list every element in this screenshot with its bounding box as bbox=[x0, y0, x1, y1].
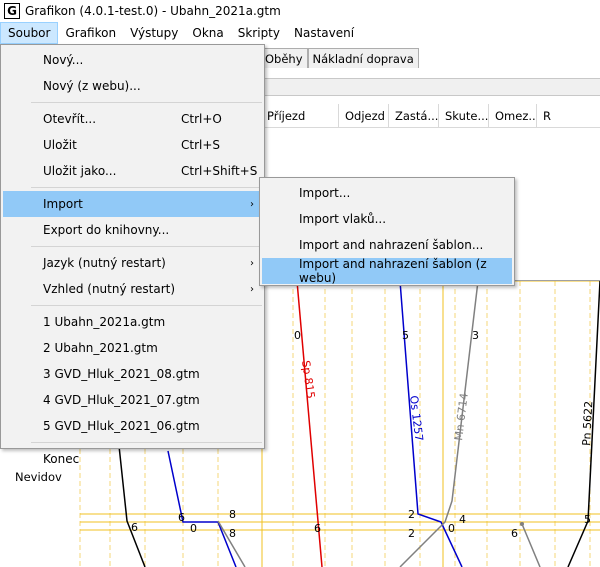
menu-item-recent-file[interactable]: 4 GVD_Hluk_2021_07.gtm bbox=[3, 387, 262, 413]
menu-separator bbox=[31, 305, 262, 306]
tab-obehy[interactable]: Oběhy bbox=[260, 48, 308, 68]
time-number: 8 bbox=[229, 527, 236, 540]
menu-item-ulozit[interactable]: Uložit Ctrl+S bbox=[3, 132, 262, 158]
toolbar-strip bbox=[260, 78, 600, 96]
menu-item-label: 4 GVD_Hluk_2021_07.gtm bbox=[43, 393, 200, 407]
menu-item-label: Uložit bbox=[43, 138, 77, 152]
time-number: 0 bbox=[190, 522, 197, 535]
menu-item-ulozit-jako[interactable]: Uložit jako... Ctrl+Shift+S bbox=[3, 158, 262, 184]
menu-item-export-do-knihovny[interactable]: Export do knihovny... bbox=[3, 217, 262, 243]
time-number: 5 bbox=[584, 513, 591, 526]
tab-nakladni-doprava[interactable]: Nákladní doprava bbox=[307, 48, 419, 68]
tab-strip: Oběhy Nákladní doprava bbox=[260, 48, 419, 68]
column-header-r[interactable]: R bbox=[536, 104, 600, 128]
window-title: Grafikon (4.0.1-test.0) - Ubahn_2021a.gt… bbox=[25, 4, 281, 18]
menu-item-label: Nový... bbox=[43, 53, 84, 67]
file-menu: Nový... Nový (z webu)... Otevřít... Ctrl+… bbox=[0, 44, 265, 466]
import-submenu: Import... Import vlaků... Import and nah… bbox=[259, 177, 515, 286]
menu-item-import-nahrazeni-sablon-z-webu[interactable]: Import and nahrazení šablon (z webu) bbox=[262, 257, 512, 285]
menu-item-label: Import vlaků... bbox=[299, 212, 387, 226]
menu-item-label: Import bbox=[43, 197, 83, 211]
menu-item-novy[interactable]: Nový... bbox=[3, 47, 262, 73]
train-label-mn-6714: Mn 6714 bbox=[452, 392, 471, 441]
train-label-pn-5622: Pn 5622 bbox=[580, 401, 595, 447]
title-bar: G Grafikon (4.0.1-test.0) - Ubahn_2021a.… bbox=[0, 0, 600, 22]
menu-vystupy[interactable]: Výstupy bbox=[123, 22, 185, 44]
train-stop-marker bbox=[520, 522, 524, 526]
menu-item-konec[interactable]: Konec bbox=[3, 446, 262, 472]
menu-grafikon[interactable]: Grafikon bbox=[58, 22, 123, 44]
time-number: 0 bbox=[448, 522, 455, 535]
menu-item-recent-file[interactable]: 2 Ubahn_2021.gtm bbox=[3, 335, 262, 361]
menu-item-label: Vzhled (nutný restart) bbox=[43, 282, 176, 296]
menu-shortcut: Ctrl+Shift+S bbox=[181, 164, 258, 178]
time-number: 2 bbox=[408, 508, 415, 521]
menu-skripty[interactable]: Skripty bbox=[231, 22, 287, 44]
chevron-right-icon: › bbox=[250, 257, 254, 269]
menu-item-vzhled[interactable]: Vzhled (nutný restart) › bbox=[3, 276, 262, 302]
menu-item-label: Export do knihovny... bbox=[43, 223, 170, 237]
menu-item-label: 2 Ubahn_2021.gtm bbox=[43, 341, 158, 355]
menu-item-label: Konec bbox=[43, 452, 80, 466]
menu-item-label: Import and nahrazení šablon... bbox=[299, 238, 484, 252]
menu-item-recent-file[interactable]: 3 GVD_Hluk_2021_08.gtm bbox=[3, 361, 262, 387]
menu-shortcut: Ctrl+S bbox=[181, 138, 221, 152]
train-label-os-1257: Os 1257 bbox=[407, 395, 425, 442]
menu-item-label: Uložit jako... bbox=[43, 164, 117, 178]
train-label-sp-815: Sp 815 bbox=[299, 360, 317, 400]
menu-separator bbox=[31, 246, 262, 247]
column-header-skutecny[interactable]: Skute... bbox=[438, 104, 488, 128]
station-label-nevidov: Nevidov bbox=[15, 470, 62, 484]
column-header-prijezd[interactable]: Příjezd bbox=[260, 104, 338, 128]
menu-item-jazyk[interactable]: Jazyk (nutný restart) › bbox=[3, 250, 262, 276]
menu-item-import-vlaku[interactable]: Import vlaků... bbox=[262, 206, 512, 232]
time-number: 0 bbox=[294, 329, 301, 342]
menu-item-import-nahrazeni-sablon[interactable]: Import and nahrazení šablon... bbox=[262, 232, 512, 258]
menu-bar: Soubor Grafikon Výstupy Okna Skripty Nas… bbox=[0, 22, 600, 44]
menu-separator bbox=[31, 102, 262, 103]
menu-item-recent-file[interactable]: 1 Ubahn_2021a.gtm bbox=[3, 309, 262, 335]
time-number: 8 bbox=[229, 508, 236, 521]
menu-soubor[interactable]: Soubor bbox=[0, 22, 59, 44]
time-number: 6 bbox=[178, 511, 185, 524]
menu-item-label: 3 GVD_Hluk_2021_08.gtm bbox=[43, 367, 200, 381]
menu-item-otevrit[interactable]: Otevřít... Ctrl+O bbox=[3, 106, 262, 132]
time-number: 6 bbox=[131, 521, 138, 534]
column-header-zastaveni[interactable]: Zastá... bbox=[388, 104, 438, 128]
menu-item-import[interactable]: Import › bbox=[3, 191, 262, 217]
chevron-right-icon: › bbox=[250, 198, 254, 210]
time-number: 4 bbox=[459, 513, 466, 526]
time-number: 6 bbox=[314, 522, 321, 535]
menu-item-label: 5 GVD_Hluk_2021_06.gtm bbox=[43, 419, 200, 433]
menu-separator bbox=[31, 187, 262, 188]
column-header-omezeni[interactable]: Omez... bbox=[488, 104, 536, 128]
table-header: Příjezd Odjezd Zastá... Skute... Omez...… bbox=[260, 104, 600, 128]
menu-shortcut: Ctrl+O bbox=[181, 112, 222, 126]
app-icon: G bbox=[4, 3, 20, 19]
menu-item-label: Nový (z webu)... bbox=[43, 79, 141, 93]
menu-item-label: Jazyk (nutný restart) bbox=[43, 256, 166, 270]
menu-item-label: Otevřít... bbox=[43, 112, 97, 126]
menu-nastaveni[interactable]: Nastavení bbox=[287, 22, 361, 44]
menu-item-label: Import... bbox=[299, 186, 351, 200]
menu-item-import-file[interactable]: Import... bbox=[262, 180, 512, 206]
column-header-odjezd[interactable]: Odjezd bbox=[338, 104, 388, 128]
chevron-right-icon: › bbox=[250, 283, 254, 295]
menu-item-novy-z-webu[interactable]: Nový (z webu)... bbox=[3, 73, 262, 99]
menu-separator bbox=[31, 442, 262, 443]
menu-okna[interactable]: Okna bbox=[185, 22, 230, 44]
time-number: 5 bbox=[402, 329, 409, 342]
time-number: 2 bbox=[408, 527, 415, 540]
menu-item-label: Import and nahrazení šablon (z webu) bbox=[299, 257, 487, 285]
time-number: 3 bbox=[472, 329, 479, 342]
menu-item-recent-file[interactable]: 5 GVD_Hluk_2021_06.gtm bbox=[3, 413, 262, 439]
time-number: 6 bbox=[511, 527, 518, 540]
menu-item-label: 1 Ubahn_2021a.gtm bbox=[43, 315, 166, 329]
